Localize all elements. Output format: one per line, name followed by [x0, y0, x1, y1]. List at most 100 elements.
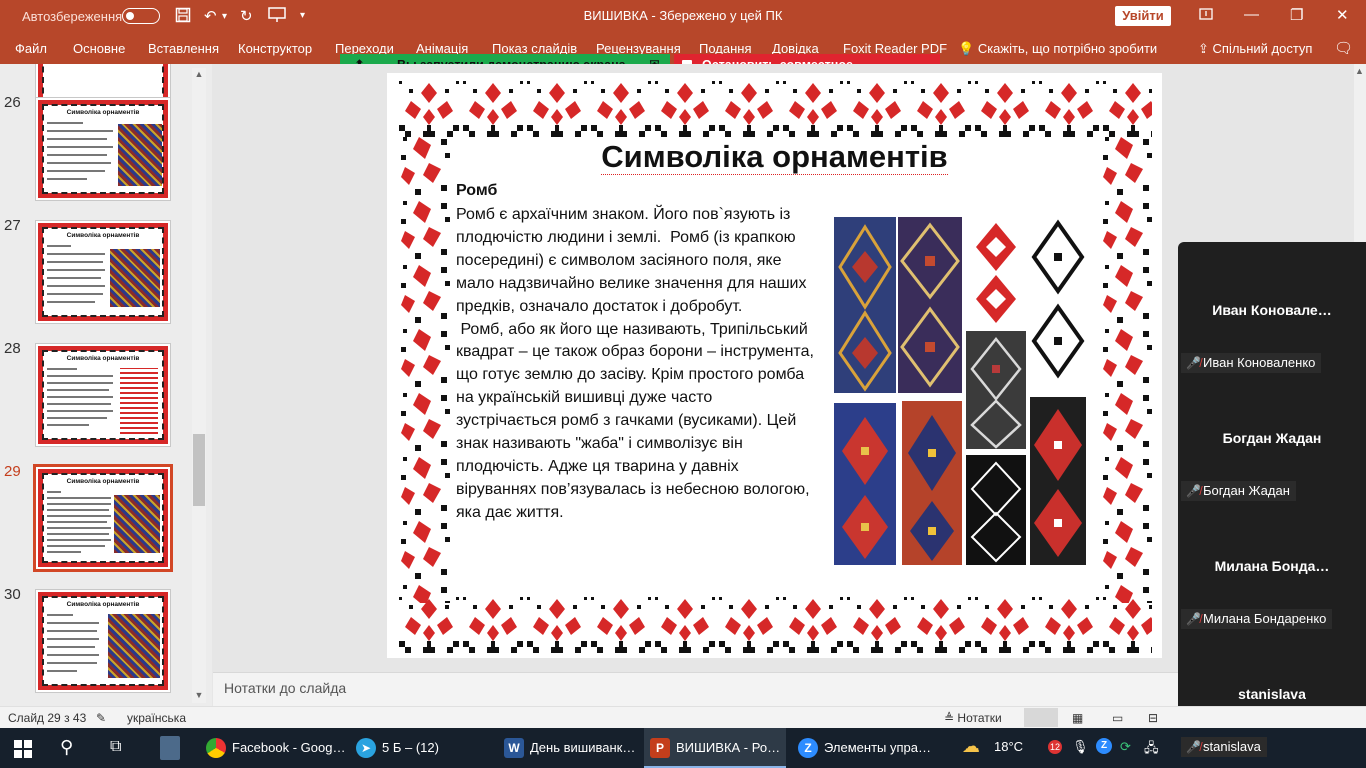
participant-tag[interactable]: 🎤̸ Иван Коноваленко: [1181, 353, 1322, 373]
mic-off-icon: 🎤̸: [1186, 484, 1201, 498]
thumb-text-line: [47, 293, 103, 295]
slide-number: 26: [4, 94, 21, 111]
tell-me-label: Скажіть, що потрібно зробити: [977, 41, 1158, 56]
tab-design[interactable]: Конструктор: [238, 41, 312, 56]
taskbar-app-zoom[interactable]: Z Элементы упра…: [792, 728, 934, 768]
slide-thumbnail-27[interactable]: Символіка орнаментів: [35, 220, 171, 324]
taskbar-app-label: День вишиванк…: [530, 740, 636, 755]
restore-icon[interactable]: ❐: [1290, 6, 1303, 24]
embroidery-photo-collage[interactable]: [834, 217, 1088, 567]
slide-thumbnail-29[interactable]: Символіка орнаментів: [33, 464, 173, 572]
participant-tag-label: Богдан Жадан: [1203, 483, 1290, 498]
scroll-up-icon[interactable]: ▲: [1355, 66, 1364, 76]
thumbnail-scrollbar[interactable]: ▲ ▼: [192, 68, 206, 703]
status-bar: Слайд 29 з 43 ✎ українська ≜ Нотатки ▦ ▭…: [0, 706, 1366, 728]
participant-tag[interactable]: 🎤̸ Богдан Жадан: [1181, 481, 1296, 501]
thumb-text-line: [47, 630, 97, 632]
participant-tag-overlay[interactable]: 🎤̸ stanislava: [1181, 737, 1267, 757]
scroll-up-icon[interactable]: ▲: [192, 69, 206, 79]
embroidery-photo: [834, 403, 896, 565]
normal-view-icon[interactable]: [1024, 708, 1058, 727]
tab-file[interactable]: Файл: [15, 41, 47, 56]
notes-toggle[interactable]: ≜ Нотатки: [944, 711, 1002, 725]
taskbar-app-label: 5 Б – (12): [382, 740, 439, 755]
taskbar-app-powerpoint[interactable]: P ВИШИВКА - Ро…: [644, 728, 786, 768]
reading-view-icon[interactable]: ▭: [1112, 711, 1123, 725]
taskbar-app-chrome[interactable]: Facebook - Goog…: [200, 728, 345, 768]
slide-thumbnail-28[interactable]: Символіка орнаментів: [35, 343, 171, 447]
thumb-title: Символіка орнаментів: [66, 355, 140, 362]
thumb-title: Символіка орнаментів: [66, 109, 140, 116]
notes-placeholder: Нотатки до слайда: [224, 680, 347, 696]
thumb-text-line: [47, 622, 99, 624]
weather-icon: ☁: [962, 736, 980, 756]
thumb-text-line: [47, 389, 109, 391]
embroidery-border-bottom: [397, 595, 1152, 653]
slide-thumbnail-30[interactable]: Символіка орнаментів: [35, 589, 171, 693]
taskbar-app-telegram[interactable]: ➤ 5 Б – (12): [350, 728, 492, 768]
participant-tag-label: Иван Коноваленко: [1203, 355, 1316, 370]
participant-tag-label: Милана Бондаренко: [1203, 611, 1327, 626]
network-icon[interactable]: 🖧: [1144, 739, 1159, 761]
slide-thumbnail-26[interactable]: Символіка орнаментів: [35, 97, 171, 201]
sync-tray-icon[interactable]: ⟳: [1120, 739, 1131, 755]
embroidery-border-right: [1099, 133, 1155, 603]
share-button[interactable]: ⇪ Спільний доступ: [1198, 41, 1312, 57]
search-icon[interactable]: ⚲: [60, 737, 73, 768]
thumb-text-line: [47, 368, 77, 370]
ribbon-display-icon[interactable]: [1198, 6, 1214, 26]
slide-number: 29: [4, 463, 21, 480]
scrollbar-thumb[interactable]: [193, 434, 205, 506]
slide-subtitle[interactable]: Ромб: [456, 182, 497, 200]
thumb-text-line: [47, 382, 113, 384]
minimize-icon[interactable]: —: [1244, 6, 1259, 23]
telegram-icon: ➤: [356, 738, 376, 758]
embroidery-photo: [1030, 217, 1086, 389]
tab-insert[interactable]: Вставлення: [148, 41, 219, 56]
language-indicator[interactable]: українська: [127, 711, 186, 725]
slide-sorter-icon[interactable]: ▦: [1072, 711, 1083, 725]
thumb-text-line: [47, 491, 61, 493]
notification-badge[interactable]: 12: [1048, 740, 1062, 754]
thumb-text-line: [47, 638, 99, 640]
tab-home[interactable]: Основне: [73, 41, 125, 56]
calculator-icon[interactable]: [160, 736, 180, 760]
spellcheck-icon[interactable]: ✎: [96, 711, 106, 725]
current-slide[interactable]: Символіка орнаментів Ромб Ромб є архаїчн…: [387, 73, 1162, 658]
embroidery-border-left: [397, 133, 455, 603]
share-label: Спільний доступ: [1212, 41, 1313, 56]
thumb-text-line: [47, 285, 105, 287]
thumb-image: [110, 249, 160, 307]
thumb-text-line: [47, 417, 107, 419]
slide-body-text[interactable]: Ромб є архаїчним знаком. Його пов`язують…: [456, 204, 816, 525]
thumb-text-line: [47, 122, 83, 124]
thumb-text-line: [47, 646, 95, 648]
thumb-text-line: [47, 154, 107, 156]
weather-temperature[interactable]: 18°C: [994, 739, 1023, 754]
notes-pane[interactable]: Нотатки до слайда: [213, 672, 1178, 706]
taskbar-app-word[interactable]: W День вишиванк…: [498, 728, 640, 768]
thumb-text-line: [47, 130, 113, 132]
tell-me-search[interactable]: 💡 Скажіть, що потрібно зробити: [958, 41, 1157, 57]
participant-name: Иван Коновале…: [1212, 302, 1332, 318]
thumb-text-line: [47, 515, 111, 517]
comments-icon[interactable]: 🗨: [1334, 39, 1353, 57]
slideshow-view-icon[interactable]: ⊟: [1148, 711, 1158, 725]
windows-start-icon[interactable]: [14, 740, 32, 768]
zoom-tray-icon[interactable]: Z: [1096, 738, 1112, 754]
participant-tag-label: stanislava: [1203, 739, 1261, 754]
notes-icon: ≜: [944, 711, 955, 725]
task-view-icon[interactable]: ⧉: [110, 738, 121, 768]
slide-title[interactable]: Символіка орнаментів: [387, 139, 1162, 175]
lightbulb-icon: 💡: [958, 41, 975, 56]
thumb-text-line: [47, 533, 109, 535]
close-icon[interactable]: ✕: [1336, 6, 1349, 24]
scroll-down-icon[interactable]: ▼: [192, 690, 206, 700]
thumb-text-line: [47, 245, 71, 247]
slide-counter: Слайд 29 з 43: [8, 711, 87, 725]
sign-in-button[interactable]: Увійти: [1115, 6, 1171, 26]
microphone-icon[interactable]: 🎙: [1072, 739, 1089, 755]
participant-tag[interactable]: 🎤̸ Милана Бондаренко: [1181, 609, 1333, 629]
thumb-image: [118, 124, 162, 186]
thumb-text-line: [47, 654, 99, 656]
